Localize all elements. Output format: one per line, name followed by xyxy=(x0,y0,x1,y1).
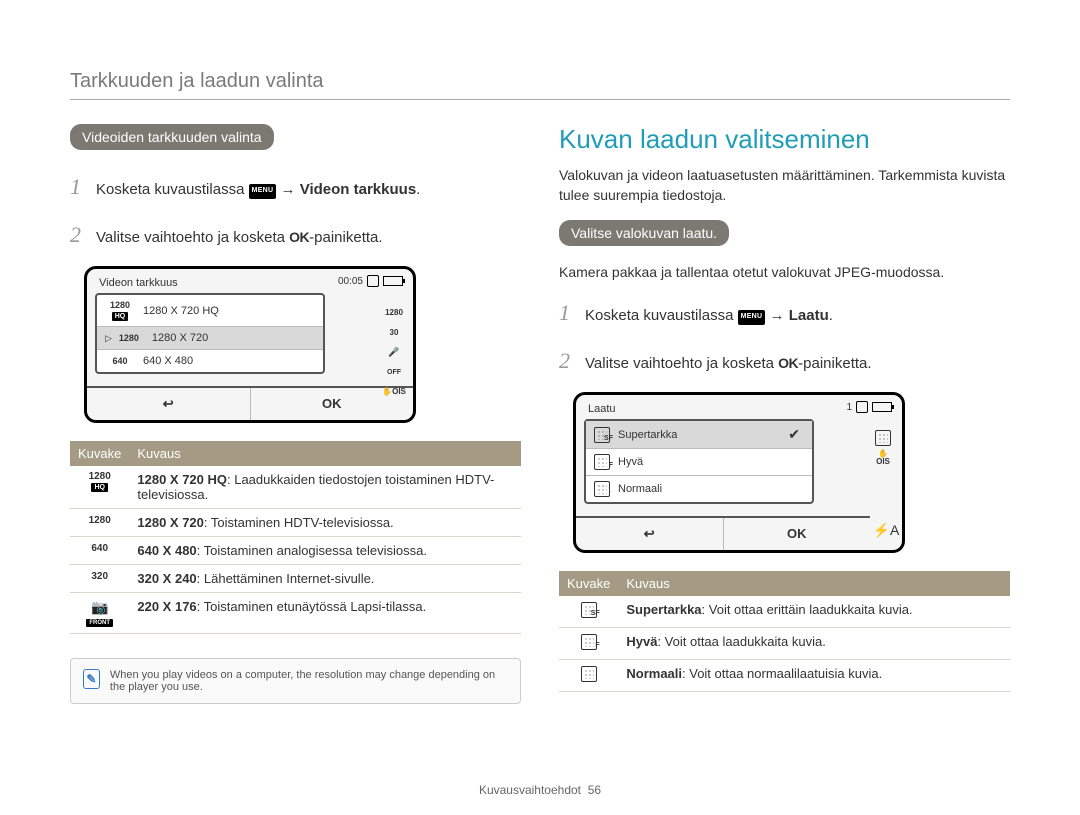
step-number: 2 xyxy=(559,344,577,378)
lcd-option-selected[interactable]: SF Supertarkka ✔ xyxy=(586,421,812,449)
lcd-option[interactable]: 640 640 X 480 xyxy=(97,350,323,372)
status-quality-icon xyxy=(874,431,892,445)
right-column: Kuvan laadun valitseminen Valokuvan ja v… xyxy=(559,124,1010,704)
lcd-ok-button[interactable]: OK xyxy=(724,518,871,550)
status-resolution-icon: 1280 xyxy=(385,305,403,319)
lcd-option[interactable]: Normaali xyxy=(586,476,812,502)
section-pill-video-resolution: Videoiden tarkkuuden valinta xyxy=(70,124,274,150)
status-off-icon: OFF xyxy=(385,365,403,379)
option-label: 1280 X 720 HQ xyxy=(143,305,219,317)
status-ois-icon: ✋OIS xyxy=(385,385,403,399)
table-header-desc: Kuvaus xyxy=(129,441,521,466)
table-row: Normaali: Voit ottaa normaalilaatuisia k… xyxy=(559,660,1010,692)
quality-icon xyxy=(594,481,610,497)
table-row: F Hyvä: Voit ottaa laadukkaita kuvia. xyxy=(559,628,1010,660)
quality-icon: SF xyxy=(594,427,610,443)
quality-table: Kuvake Kuvaus SF Supertarkka: Voit ottaa… xyxy=(559,571,1010,692)
memory-card-icon xyxy=(856,401,868,413)
step-number: 2 xyxy=(70,218,88,252)
option-label: Supertarkka xyxy=(618,429,677,441)
table-header-icon: Kuvake xyxy=(559,571,618,596)
lcd-back-button[interactable]: ↩ xyxy=(576,518,724,550)
battery-icon xyxy=(383,276,403,286)
table-row: SF Supertarkka: Voit ottaa erittäin laad… xyxy=(559,596,1010,628)
left-column: Videoiden tarkkuuden valinta 1 Kosketa k… xyxy=(70,124,521,704)
option-badge: 1280HQ xyxy=(105,300,135,321)
status-ois-icon: ✋OIS xyxy=(874,451,892,465)
battery-icon xyxy=(872,402,892,412)
lcd-option[interactable]: 1280HQ 1280 X 720 HQ xyxy=(97,295,323,327)
info-note: ✎ When you play videos on a computer, th… xyxy=(70,658,521,704)
lcd-option-selected[interactable]: ▷ 1280 1280 X 720 xyxy=(97,327,323,350)
ok-icon: OK xyxy=(778,355,798,371)
page-title: Tarkkuuden ja laadun valinta xyxy=(70,70,1010,93)
divider xyxy=(70,99,1010,100)
status-mic-icon: 🎤 xyxy=(385,345,403,359)
table-row: 640 640 X 480: Toistaminen analogisessa … xyxy=(70,537,521,565)
step-2-text: Valitse vaihtoehto ja kosketa OK-painike… xyxy=(96,226,383,249)
lcd-option[interactable]: F Hyvä xyxy=(586,449,812,476)
quality-icon: F xyxy=(581,634,597,650)
step-number: 1 xyxy=(70,170,88,204)
quality-icon: SF xyxy=(581,602,597,618)
lcd-status-strip: 1280 30 🎤 OFF ✋OIS xyxy=(385,305,403,399)
lcd-time: 00:05 xyxy=(338,276,363,287)
intro-text: Valokuvan ja videon laatuasetusten määri… xyxy=(559,165,1010,206)
note-text: When you play videos on a computer, the … xyxy=(110,669,508,693)
page-footer: Kuvausvaihtoehdot 56 xyxy=(0,783,1080,797)
table-row: 📷FRONT 220 X 176: Toistaminen etunäytöss… xyxy=(70,593,521,634)
lcd-video-resolution: Videon tarkkuus 00:05 1280HQ 1280 X 720 … xyxy=(84,266,416,423)
quality-icon xyxy=(581,666,597,682)
flash-auto-icon: ⚡A xyxy=(870,510,902,550)
table-row: 1280HQ 1280 X 720 HQ: Laadukkaiden tiedo… xyxy=(70,466,521,509)
section-pill-photo-quality: Valitse valokuvan laatu. xyxy=(559,220,729,246)
lcd-count: 1 xyxy=(846,402,852,413)
step-number: 1 xyxy=(559,296,577,330)
lcd-option-list: SF Supertarkka ✔ F Hyvä Normaali xyxy=(584,419,814,504)
check-icon: ✔ xyxy=(788,426,800,443)
selected-marker-icon: ▷ xyxy=(105,333,112,344)
lcd-quality: Laatu 1 SF Supertarkka ✔ F Hyvä xyxy=(573,392,905,553)
menu-icon: MENU xyxy=(249,184,277,199)
lcd-option-list: 1280HQ 1280 X 720 HQ ▷ 1280 1280 X 720 6… xyxy=(95,293,325,374)
table-header-desc: Kuvaus xyxy=(618,571,1010,596)
option-label: 640 X 480 xyxy=(143,355,193,367)
option-label: Hyvä xyxy=(618,456,643,468)
step-1-text: Kosketa kuvaustilassa MENU → Laatu. xyxy=(585,304,833,327)
table-header-icon: Kuvake xyxy=(70,441,129,466)
step-2-text: Valitse vaihtoehto ja kosketa OK-painike… xyxy=(585,352,872,375)
section-title: Kuvan laadun valitseminen xyxy=(559,124,1010,155)
step-1-text: Kosketa kuvaustilassa MENU → Videon tark… xyxy=(96,178,420,201)
memory-card-icon xyxy=(367,275,379,287)
option-badge: 640 xyxy=(105,356,135,366)
table-row: 1280 1280 X 720: Toistaminen HDTV-televi… xyxy=(70,509,521,537)
menu-icon: MENU xyxy=(738,310,766,325)
ok-icon: OK xyxy=(289,229,309,245)
info-icon: ✎ xyxy=(83,669,100,689)
intro-text-2: Kamera pakkaa ja tallentaa otetut valoku… xyxy=(559,262,1010,282)
status-fps-icon: 30 xyxy=(385,325,403,339)
quality-icon: F xyxy=(594,454,610,470)
option-label: 1280 X 720 xyxy=(152,332,208,344)
option-badge: 1280 xyxy=(114,333,144,343)
lcd-back-button[interactable]: ↩ xyxy=(87,388,251,420)
video-resolution-table: Kuvake Kuvaus 1280HQ 1280 X 720 HQ: Laad… xyxy=(70,441,521,634)
table-row: 320 320 X 240: Lähettäminen Internet-siv… xyxy=(70,565,521,593)
option-label: Normaali xyxy=(618,483,662,495)
lcd-status-strip: ✋OIS xyxy=(874,431,892,465)
